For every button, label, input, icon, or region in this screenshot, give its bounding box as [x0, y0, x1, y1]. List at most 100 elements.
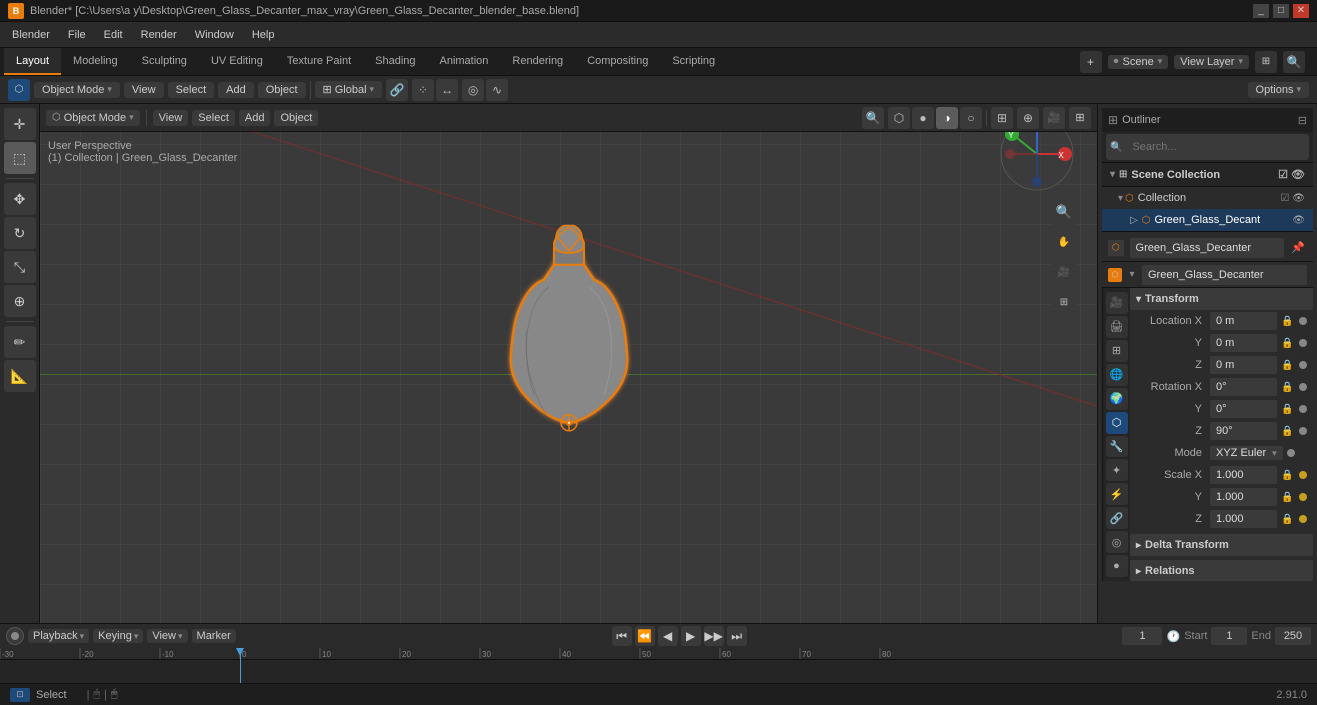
- view-layer-selector[interactable]: View Layer ▾: [1174, 55, 1249, 69]
- tab-rendering[interactable]: Rendering: [500, 48, 575, 75]
- tab-animation[interactable]: Animation: [428, 48, 501, 75]
- snap-toggle[interactable]: ⁘: [412, 79, 434, 101]
- object-props-tab[interactable]: ⬡: [1106, 412, 1128, 434]
- step-fwd-btn[interactable]: ▶▶: [704, 626, 724, 646]
- global-dropdown[interactable]: ⊞ Global ▾: [315, 81, 383, 98]
- start-frame-input[interactable]: [1211, 627, 1247, 645]
- location-z-value[interactable]: 0 m: [1210, 356, 1277, 374]
- rotation-x-dot[interactable]: [1299, 383, 1307, 391]
- jump-prev-btn[interactable]: ⏪: [635, 626, 655, 646]
- viewport-lock-btn[interactable]: 🎥: [1043, 107, 1065, 129]
- menu-render[interactable]: Render: [133, 27, 185, 43]
- options-button[interactable]: Options ▾: [1248, 82, 1309, 98]
- scale-y-lock[interactable]: 🔒: [1281, 492, 1295, 503]
- rotation-x-lock[interactable]: 🔒: [1281, 382, 1295, 393]
- scale-x-lock[interactable]: 🔒: [1281, 470, 1295, 481]
- marker-menu[interactable]: Marker: [192, 629, 236, 643]
- scene-props-tab[interactable]: 🌐: [1106, 364, 1128, 386]
- vp-mode-btn[interactable]: ⬡ Object Mode ▾: [46, 110, 140, 126]
- tab-texture-paint[interactable]: Texture Paint: [275, 48, 363, 75]
- delta-transform-header[interactable]: ▸ Delta Transform: [1130, 534, 1313, 556]
- material-mode-icon[interactable]: ◑: [936, 107, 958, 129]
- mode-dot[interactable]: [1287, 449, 1295, 457]
- location-z-lock[interactable]: 🔒: [1281, 360, 1295, 371]
- show-gizmos-btn[interactable]: ⊕: [1017, 107, 1039, 129]
- object-menu[interactable]: Object: [258, 82, 306, 98]
- record-button[interactable]: [6, 627, 24, 645]
- rotation-z-dot[interactable]: [1299, 427, 1307, 435]
- select-box-tool[interactable]: ⬚: [4, 142, 36, 174]
- material-props-tab[interactable]: ●: [1106, 555, 1128, 577]
- tab-layout[interactable]: Layout: [4, 48, 61, 75]
- vp-add-btn[interactable]: Add: [239, 110, 271, 126]
- add-menu[interactable]: Add: [218, 82, 254, 98]
- menu-edit[interactable]: Edit: [96, 27, 131, 43]
- jump-end-btn[interactable]: ⏭: [727, 626, 747, 646]
- constraints-props-tab[interactable]: 🔗: [1106, 507, 1128, 529]
- scale-y-value[interactable]: 1.000: [1210, 488, 1277, 506]
- location-x-value[interactable]: 0 m: [1210, 312, 1277, 330]
- rotation-mode-dropdown[interactable]: XYZ Euler: [1210, 446, 1283, 460]
- end-frame-input[interactable]: [1275, 627, 1311, 645]
- snap-icon[interactable]: 🔗: [386, 79, 408, 101]
- render-props-tab[interactable]: 🎥: [1106, 292, 1128, 314]
- particles-props-tab[interactable]: ✦: [1106, 459, 1128, 481]
- scale-z-dot[interactable]: [1299, 515, 1307, 523]
- step-back-btn[interactable]: ◀: [658, 626, 678, 646]
- object-row[interactable]: ▷ ⬡ Green_Glass_Decant 👁: [1102, 209, 1313, 231]
- scale-z-value[interactable]: 1.000: [1210, 510, 1277, 528]
- rotation-y-value[interactable]: 0°: [1210, 400, 1277, 418]
- scale-x-value[interactable]: 1.000: [1210, 466, 1277, 484]
- pivot-icon[interactable]: ◎: [462, 79, 484, 101]
- zoom-to-fit-btn[interactable]: 🔍: [1051, 199, 1077, 225]
- tab-modeling[interactable]: Modeling: [61, 48, 130, 75]
- rotation-y-lock[interactable]: 🔒: [1281, 404, 1295, 415]
- decanter-object[interactable]: [499, 224, 639, 464]
- transform-tool[interactable]: ⊕: [4, 285, 36, 317]
- tab-shading[interactable]: Shading: [363, 48, 427, 75]
- grid-view-btn[interactable]: ⊞: [1051, 289, 1077, 315]
- sc-checkbox-icon[interactable]: ☑: [1278, 168, 1288, 181]
- viewport[interactable]: ⬡ Object Mode ▾ View Select Add Object 🔍…: [40, 104, 1097, 623]
- scale-x-dot[interactable]: [1299, 471, 1307, 479]
- vp-view-btn[interactable]: View: [153, 110, 189, 126]
- location-x-lock[interactable]: 🔒: [1281, 316, 1295, 327]
- output-props-tab[interactable]: 🖨: [1106, 316, 1128, 338]
- modifier-props-tab[interactable]: 🔧: [1106, 436, 1128, 458]
- object-data-name-input[interactable]: [1142, 265, 1307, 285]
- rotation-x-value[interactable]: 0°: [1210, 378, 1277, 396]
- select-mode-icon[interactable]: ⊡: [10, 688, 30, 702]
- move-tool[interactable]: ✥: [4, 183, 36, 215]
- fps-indicator[interactable]: 🕐: [1166, 630, 1180, 643]
- close-button[interactable]: ✕: [1293, 4, 1309, 18]
- solid-mode-icon[interactable]: ●: [912, 107, 934, 129]
- object-eye[interactable]: 👁: [1292, 215, 1305, 226]
- pin-button[interactable]: 📌: [1290, 239, 1307, 257]
- tab-sculpting[interactable]: Sculpting: [130, 48, 199, 75]
- wireframe-mode-icon[interactable]: ⬡: [888, 107, 910, 129]
- location-y-dot[interactable]: [1299, 339, 1307, 347]
- tab-compositing[interactable]: Compositing: [575, 48, 660, 75]
- snap-align[interactable]: ↔: [436, 79, 458, 101]
- current-frame-input[interactable]: [1122, 627, 1162, 645]
- outliner-search-input[interactable]: [1126, 136, 1305, 158]
- relations-header[interactable]: ▸ Relations: [1130, 560, 1313, 581]
- scale-y-dot[interactable]: [1299, 493, 1307, 501]
- play-btn[interactable]: ▶: [681, 626, 701, 646]
- select-menu[interactable]: Select: [168, 82, 215, 98]
- location-z-dot[interactable]: [1299, 361, 1307, 369]
- panel-toggle-button[interactable]: ⊞: [1255, 51, 1277, 73]
- rotation-z-value[interactable]: 90°: [1210, 422, 1277, 440]
- world-props-tab[interactable]: 🌍: [1106, 388, 1128, 410]
- location-x-dot[interactable]: [1299, 317, 1307, 325]
- menu-window[interactable]: Window: [187, 27, 242, 43]
- jump-start-btn[interactable]: ⏮: [612, 626, 632, 646]
- collection-checkbox[interactable]: ☑: [1280, 193, 1289, 204]
- viewport-grid-btn[interactable]: ⊞: [1069, 107, 1091, 129]
- cursor-tool[interactable]: ✛: [4, 108, 36, 140]
- timeline-track[interactable]: -30 -20 -10 0 10 20 30 40 50 60: [0, 648, 1317, 683]
- rotation-y-dot[interactable]: [1299, 405, 1307, 413]
- menu-file[interactable]: File: [60, 27, 94, 43]
- view-layer-props-tab[interactable]: ⊞: [1106, 340, 1128, 362]
- vp-object-btn[interactable]: Object: [274, 110, 318, 126]
